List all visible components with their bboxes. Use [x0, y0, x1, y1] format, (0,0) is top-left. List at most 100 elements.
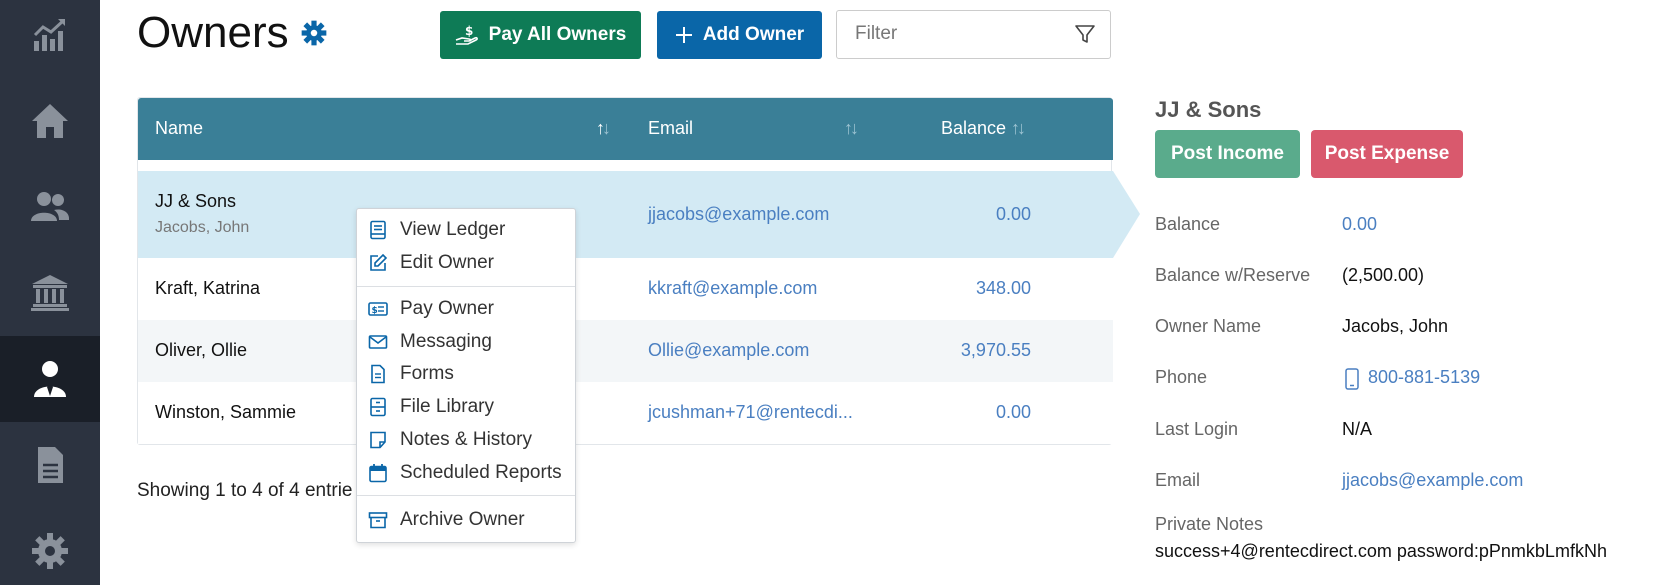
detail-value-email[interactable]: jjacobs@example.com [1342, 470, 1523, 491]
bank-icon [31, 275, 69, 311]
menu-item-label: Archive Owner [400, 509, 525, 530]
filter-icon[interactable] [1074, 23, 1096, 45]
owner-contact-name: Jacobs, John [155, 219, 250, 236]
detail-label-private-notes: Private Notes [1155, 514, 1264, 534]
menu-item-archive-owner[interactable]: Archive Owner [357, 505, 575, 535]
owner-balance[interactable]: 0.00 [996, 204, 1031, 225]
sidebar-item-settings[interactable] [0, 508, 100, 585]
document-icon [38, 447, 63, 483]
filter-input[interactable] [855, 23, 1055, 45]
ledger-icon [370, 220, 386, 240]
menu-item-scheduled-reports[interactable]: Scheduled Reports [357, 458, 575, 488]
menu-item-label: Edit Owner [400, 252, 494, 273]
menu-item-label: Notes & History [400, 429, 532, 450]
page-title: Owners [137, 8, 289, 57]
detail-label-email: Email [1155, 470, 1201, 490]
menu-item-label: File Library [400, 396, 494, 417]
sidebar-item-owners[interactable] [0, 336, 100, 422]
menu-item-edit-owner[interactable]: Edit Owner [357, 248, 575, 278]
edit-icon [370, 253, 388, 271]
post-income-button[interactable]: Post Income [1155, 130, 1300, 178]
owner-balance[interactable]: 348.00 [976, 278, 1031, 299]
svg-text:$: $ [465, 24, 473, 38]
table-row[interactable]: Oliver, Ollie Ollie@example.com 3,970.55 [138, 320, 1113, 382]
payment-icon: $ [368, 302, 388, 316]
users-icon [31, 192, 70, 221]
detail-value-owner-name: Jacobs, John [1342, 316, 1449, 336]
owner-email-link[interactable]: jjacobs@example.com [648, 204, 829, 225]
sidebar [0, 0, 100, 585]
detail-value-phone[interactable]: 800-881-5139 [1368, 367, 1480, 388]
owner-email-link[interactable]: kkraft@example.com [648, 278, 817, 299]
gear-icon[interactable] [301, 20, 327, 46]
add-owner-button[interactable]: Add Owner [657, 11, 822, 59]
owner-name: JJ & Sons [155, 191, 237, 211]
calendar-icon [369, 464, 387, 483]
sort-icon[interactable]: ↑↓ [596, 118, 611, 139]
file-library-icon [370, 397, 386, 417]
owner-balance[interactable]: 3,970.55 [961, 340, 1031, 361]
menu-divider [357, 286, 575, 287]
menu-item-pay-owner[interactable]: $ Pay Owner [357, 294, 575, 324]
table-header: Name ↑↓ Email ↑↓ Balance ↑↓ [138, 98, 1113, 160]
detail-value-last-login: N/A [1342, 419, 1373, 439]
menu-item-view-ledger[interactable]: View Ledger [357, 215, 575, 245]
table-info: Showing 1 to 4 of 4 entrie [137, 480, 353, 501]
table-row[interactable]: JJ & Sons Jacobs, John jjacobs@example.c… [138, 171, 1140, 258]
owner-balance[interactable]: 0.00 [996, 402, 1031, 423]
menu-item-file-library[interactable]: File Library [357, 392, 575, 422]
selected-row-arrow [1113, 171, 1140, 258]
detail-label-balance: Balance [1155, 214, 1221, 234]
home-icon [32, 104, 68, 138]
column-header-email[interactable]: Email [648, 118, 693, 139]
sidebar-item-tenants[interactable] [0, 164, 100, 250]
hand-money-icon: $ [455, 24, 478, 45]
pay-all-owners-label: Pay All Owners [488, 24, 627, 45]
owners-table: Name ↑↓ Email ↑↓ Balance ↑↓ JJ & Sons Ja… [137, 97, 1140, 445]
column-header-balance[interactable]: Balance [941, 118, 1006, 139]
detail-value-private-notes: success+4@rentecdirect.com password:pPnm… [1155, 541, 1607, 561]
owner-name: Kraft, Katrina [155, 278, 261, 298]
svg-text:$: $ [372, 306, 378, 316]
menu-item-label: Messaging [400, 331, 492, 352]
sidebar-item-properties[interactable] [0, 78, 100, 164]
table-row[interactable]: Kraft, Katrina kkraft@example.com 348.00 [138, 258, 1113, 320]
sidebar-item-documents[interactable] [0, 422, 100, 508]
menu-item-notes-history[interactable]: Notes & History [357, 425, 575, 455]
pay-all-owners-button[interactable]: $ Pay All Owners [440, 11, 641, 59]
owner-context-menu: View Ledger Edit Owner $ Pay Owner Messa… [356, 208, 576, 543]
column-header-name[interactable]: Name [155, 118, 203, 139]
owner-name: Winston, Sammie [155, 402, 297, 422]
menu-divider [357, 495, 575, 496]
menu-item-forms[interactable]: Forms [357, 359, 575, 389]
sort-icon[interactable]: ↑↓ [1011, 118, 1026, 139]
add-owner-label: Add Owner [702, 24, 805, 45]
filter-field [836, 10, 1111, 59]
post-expense-button[interactable]: Post Expense [1311, 130, 1463, 178]
owner-icon [34, 361, 66, 397]
envelope-icon [368, 335, 388, 349]
menu-item-label: View Ledger [400, 219, 506, 240]
owner-email-link[interactable]: Ollie@example.com [648, 340, 809, 361]
sidebar-item-banking[interactable] [0, 250, 100, 336]
phone-icon [1345, 368, 1359, 390]
detail-label-balance-reserve: Balance w/Reserve [1155, 265, 1311, 285]
owner-email-link[interactable]: jcushman+71@rentecdi... [648, 402, 853, 423]
detail-value-balance[interactable]: 0.00 [1342, 214, 1377, 235]
detail-label-last-login: Last Login [1155, 419, 1239, 439]
archive-icon [368, 512, 388, 529]
table-row[interactable]: Winston, Sammie jcushman+71@rentecdi... … [138, 382, 1113, 444]
menu-item-label: Scheduled Reports [400, 462, 562, 483]
detail-value-balance-reserve: (2,500.00) [1342, 265, 1425, 285]
sidebar-item-dashboard[interactable] [0, 0, 100, 78]
menu-item-messaging[interactable]: Messaging [357, 327, 575, 357]
detail-title: JJ & Sons [1155, 97, 1262, 122]
form-icon [371, 364, 385, 384]
plus-icon [675, 27, 692, 43]
owner-name: Oliver, Ollie [155, 340, 248, 360]
sort-icon[interactable]: ↑↓ [844, 118, 859, 139]
menu-item-label: Forms [400, 363, 454, 384]
detail-label-owner-name: Owner Name [1155, 316, 1262, 336]
gear-icon [32, 533, 68, 569]
chart-icon [33, 19, 65, 51]
